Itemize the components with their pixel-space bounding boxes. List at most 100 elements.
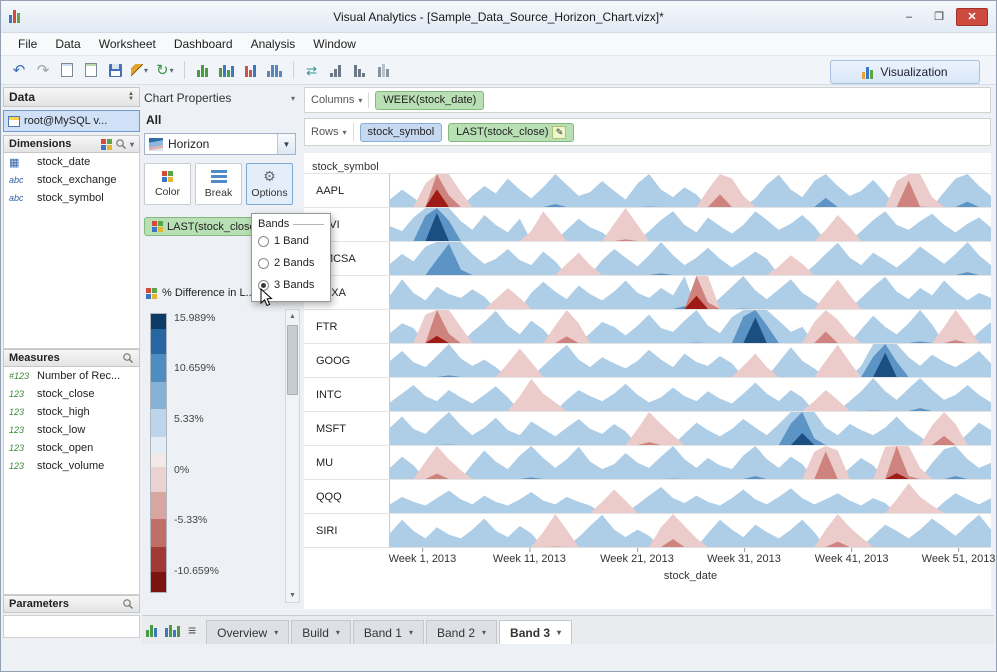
chevron-down-icon[interactable]: ▾ <box>336 628 340 637</box>
horizon-plot[interactable] <box>390 208 991 241</box>
labels-button[interactable] <box>374 59 394 81</box>
legend-tick-label: 0% <box>174 463 190 476</box>
edit-pencil-icon[interactable]: ✎ <box>552 125 567 139</box>
legend-segment <box>151 381 166 410</box>
menu-worksheet[interactable]: Worksheet <box>90 35 165 53</box>
sort-updown-icon[interactable]: ▲ ▼ <box>128 91 134 102</box>
tab-band-1[interactable]: Band 1 ▾ <box>352 620 424 644</box>
chevron-down-icon[interactable]: ▾ <box>274 628 278 637</box>
horizon-plot[interactable] <box>390 514 991 547</box>
radio-icon[interactable] <box>258 235 269 247</box>
radio-icon[interactable] <box>258 257 269 269</box>
search-icon[interactable] <box>115 138 127 150</box>
chevron-down-icon[interactable]: ▾ <box>482 628 486 637</box>
close-button[interactable]: ✕ <box>956 7 988 26</box>
horizon-plot[interactable] <box>390 378 991 411</box>
tab-band-3[interactable]: Band 3 ▾ <box>499 620 573 644</box>
color-button[interactable]: Color <box>144 163 191 205</box>
add-chart-button[interactable] <box>193 59 213 81</box>
horizon-plot[interactable] <box>390 276 991 309</box>
maximize-button[interactable]: ❐ <box>926 8 952 26</box>
measure-item[interactable]: #123 Number of Rec... <box>4 367 139 385</box>
visualization-toggle[interactable]: Visualization <box>830 60 980 84</box>
chevron-down-icon[interactable]: ▾ <box>358 96 362 105</box>
add-dual-chart-button[interactable] <box>217 59 237 81</box>
undo-button[interactable]: ↶ <box>9 59 29 81</box>
scroll-up-icon[interactable]: ▲ <box>289 310 296 323</box>
sort-ascending-button[interactable] <box>326 59 346 81</box>
menu-analysis[interactable]: Analysis <box>242 35 305 53</box>
view-grid-icon[interactable] <box>100 138 112 150</box>
row-label: MU <box>304 446 390 479</box>
swap-axes-button[interactable]: ⇄ <box>302 59 322 81</box>
columns-shelf[interactable]: Columns ▾ WEEK(stock_date) <box>304 87 991 113</box>
marks-chart-button[interactable] <box>241 59 261 81</box>
measure-item[interactable]: 123 stock_volume <box>4 457 139 475</box>
scrollbar-thumb[interactable] <box>287 325 298 395</box>
chevron-down-icon[interactable]: ▼ <box>277 134 295 154</box>
sort-descending-button[interactable] <box>350 59 370 81</box>
scroll-down-icon[interactable]: ▼ <box>289 589 296 602</box>
format-button[interactable]: ▾ <box>129 59 150 81</box>
rows-shelf[interactable]: Rows ▾ stock_symbol LAST(stock_close) ✎ <box>304 118 991 146</box>
menu-window[interactable]: Window <box>304 35 365 53</box>
new-sheet-icon[interactable] <box>146 624 157 637</box>
dimension-item[interactable]: abc stock_symbol <box>4 189 139 207</box>
chevron-down-icon[interactable]: ▾ <box>291 94 295 103</box>
duplicate-worksheet-button[interactable] <box>81 59 101 81</box>
chevron-down-icon[interactable]: ▾ <box>343 128 347 137</box>
horizon-row: GOOG <box>304 343 991 377</box>
menu-data[interactable]: Data <box>46 35 89 53</box>
minimize-button[interactable]: – <box>896 8 922 26</box>
data-source-item[interactable]: root@MySQL v... <box>3 110 140 132</box>
menu-file[interactable]: File <box>9 35 46 53</box>
search-icon[interactable] <box>122 598 134 610</box>
horizon-plot[interactable] <box>390 344 991 377</box>
data-panel-header[interactable]: Data ▲ ▼ <box>3 87 140 107</box>
parameters-header[interactable]: Parameters <box>3 595 140 613</box>
dimension-item[interactable]: ▦ stock_date <box>4 153 139 171</box>
legend-scrollbar[interactable]: ▲ ▼ <box>285 309 300 603</box>
popup-radio-row[interactable]: 1 Band <box>258 230 324 252</box>
new-dashboard-icon[interactable] <box>165 624 180 637</box>
measures-header[interactable]: Measures <box>3 349 140 367</box>
horizon-plot[interactable] <box>390 174 991 207</box>
rows-pill-dimension[interactable]: stock_symbol <box>359 122 443 142</box>
dimension-item[interactable]: abc stock_exchange <box>4 171 139 189</box>
tab-build[interactable]: Build ▾ <box>291 620 351 644</box>
toolbar-separator <box>183 61 185 79</box>
dimensions-header[interactable]: Dimensions ▾ <box>3 135 140 153</box>
horizon-plot[interactable] <box>390 480 991 513</box>
measure-item[interactable]: 123 stock_close <box>4 385 139 403</box>
measure-item[interactable]: 123 stock_low <box>4 421 139 439</box>
horizon-plot[interactable] <box>390 310 991 343</box>
horizon-plot[interactable] <box>390 242 991 275</box>
break-button[interactable]: Break <box>195 163 242 205</box>
parameters-list[interactable] <box>3 615 140 638</box>
refresh-button[interactable]: ↻ ▾ <box>154 59 176 81</box>
search-icon[interactable] <box>122 352 134 364</box>
horizon-plot[interactable] <box>390 446 991 479</box>
horizon-row: SIRI <box>304 513 991 547</box>
histogram-button[interactable] <box>265 59 285 81</box>
horizon-plot[interactable] <box>390 412 991 445</box>
menu-dashboard[interactable]: Dashboard <box>165 35 242 53</box>
redo-button[interactable]: ↷ <box>33 59 53 81</box>
chevron-down-icon[interactable]: ▾ <box>130 140 134 149</box>
measure-item[interactable]: 123 stock_high <box>4 403 139 421</box>
legend-segment <box>151 519 166 547</box>
measure-item[interactable]: 123 stock_open <box>4 439 139 457</box>
sheet-list-icon[interactable]: ≡ <box>188 623 196 637</box>
new-worksheet-button[interactable] <box>57 59 77 81</box>
tab-overview[interactable]: Overview ▾ <box>206 620 290 644</box>
save-button[interactable] <box>105 59 125 81</box>
chart-type-select[interactable]: Horizon ▼ <box>144 133 296 155</box>
popup-radio-row[interactable]: 2 Bands <box>258 252 324 274</box>
options-button[interactable]: ⚙ Options <box>246 163 293 205</box>
tab-band-2[interactable]: Band 2 ▾ <box>425 620 498 644</box>
chart-properties-header[interactable]: Chart Properties ▾ <box>144 91 295 105</box>
chevron-down-icon[interactable]: ▾ <box>409 628 413 637</box>
columns-pill[interactable]: WEEK(stock_date) <box>375 90 485 110</box>
rows-pill-measure[interactable]: LAST(stock_close) ✎ <box>448 122 575 142</box>
chevron-down-icon[interactable]: ▾ <box>557 628 561 637</box>
